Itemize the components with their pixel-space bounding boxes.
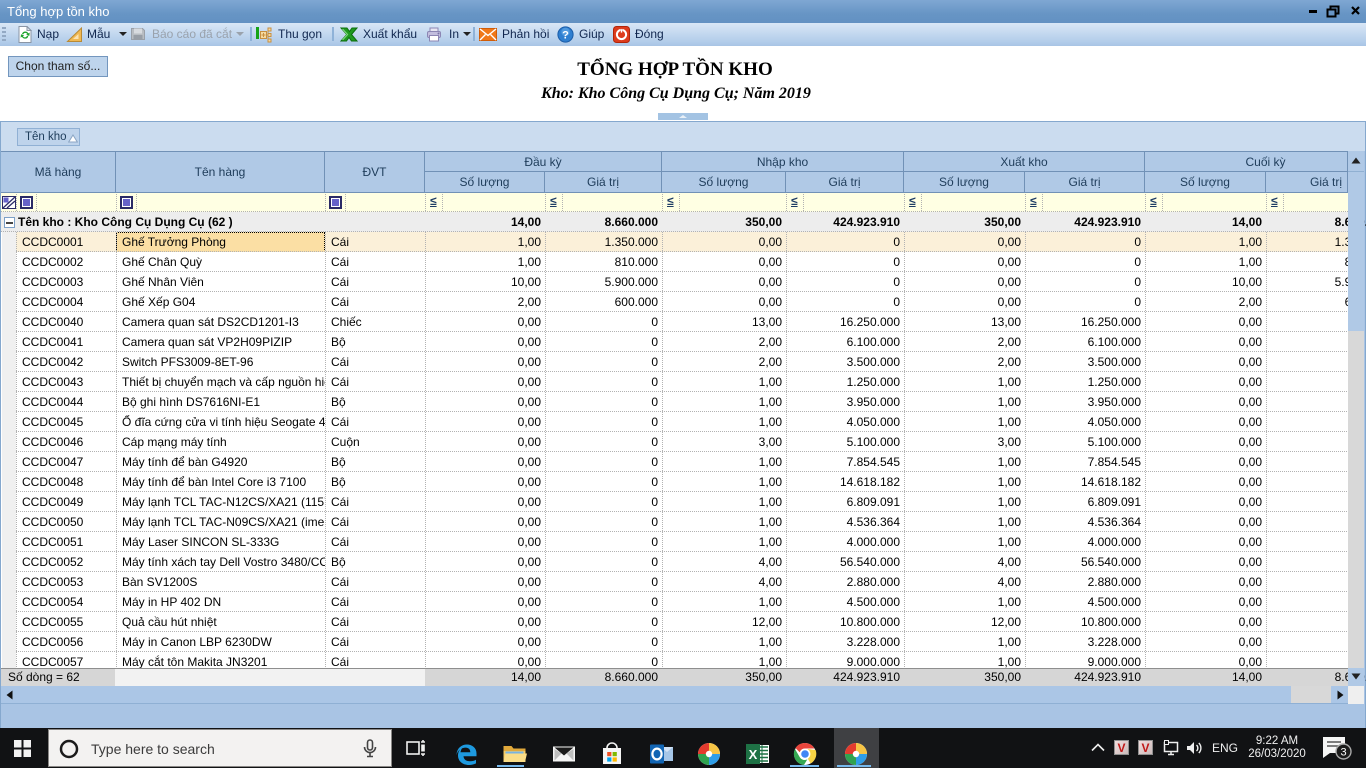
svg-text:?: ?: [562, 30, 569, 42]
svg-text:3: 3: [1340, 747, 1346, 759]
svg-text:X: X: [749, 747, 758, 762]
